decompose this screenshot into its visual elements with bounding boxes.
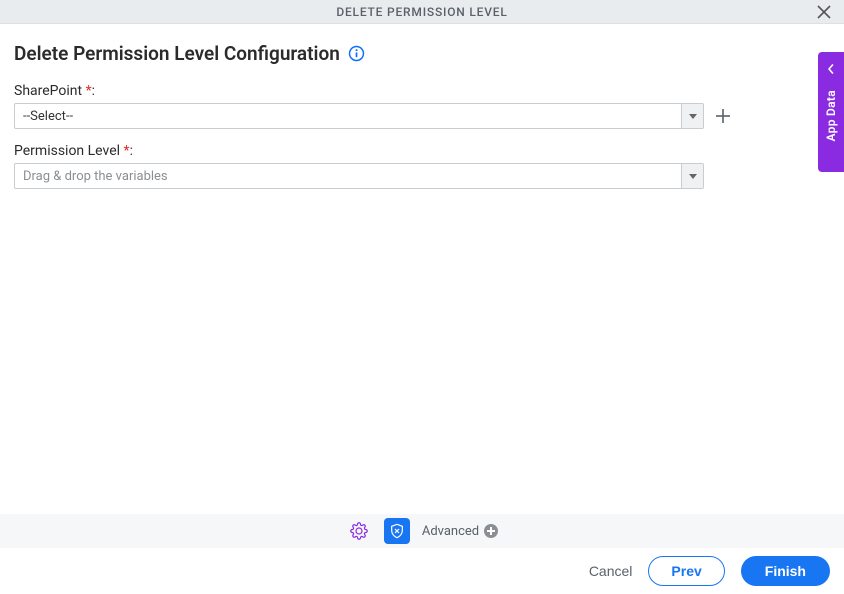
- permission-level-label-text: Permission Level: [14, 143, 120, 159]
- app-data-tab[interactable]: App Data: [818, 52, 844, 172]
- plus-circle-icon: [484, 524, 498, 538]
- page-heading-row: Delete Permission Level Configuration: [14, 42, 830, 65]
- close-icon[interactable]: [812, 0, 836, 24]
- advanced-label: Advanced: [422, 524, 479, 539]
- field-sharepoint: SharePoint *: --Select--: [14, 83, 830, 129]
- titlebar: DELETE PERMISSION LEVEL: [0, 0, 844, 24]
- gear-icon[interactable]: [346, 518, 372, 544]
- footer: Cancel Prev Finish: [0, 548, 844, 594]
- sharepoint-row: --Select--: [14, 103, 830, 129]
- app-data-label: App Data: [824, 90, 838, 141]
- chevron-down-icon[interactable]: [681, 164, 703, 188]
- required-asterisk: *: [86, 83, 92, 99]
- sharepoint-value: --Select--: [15, 104, 681, 128]
- required-asterisk: *: [124, 143, 130, 159]
- sharepoint-select[interactable]: --Select--: [14, 103, 704, 129]
- shield-icon[interactable]: [384, 518, 410, 544]
- info-icon[interactable]: [348, 45, 365, 62]
- page-heading: Delete Permission Level Configuration: [14, 42, 340, 65]
- permission-level-label: Permission Level *:: [14, 143, 830, 159]
- finish-button[interactable]: Finish: [741, 556, 830, 586]
- add-sharepoint-button[interactable]: [712, 105, 734, 127]
- sharepoint-label-text: SharePoint: [14, 83, 82, 99]
- titlebar-title: DELETE PERMISSION LEVEL: [336, 5, 507, 19]
- field-permission-level: Permission Level *: Drag & drop the vari…: [14, 143, 830, 189]
- sharepoint-label: SharePoint *:: [14, 83, 830, 99]
- bottom-toolbar: Advanced: [0, 514, 844, 548]
- advanced-link[interactable]: Advanced: [422, 524, 498, 539]
- prev-button[interactable]: Prev: [648, 556, 724, 586]
- permission-level-input[interactable]: Drag & drop the variables: [14, 163, 704, 189]
- chevron-down-icon[interactable]: [681, 104, 703, 128]
- chevron-left-icon: [826, 62, 836, 78]
- content-area: Delete Permission Level Configuration Sh…: [0, 24, 844, 189]
- permission-level-placeholder: Drag & drop the variables: [15, 164, 681, 188]
- cancel-button[interactable]: Cancel: [589, 563, 633, 579]
- permission-level-row: Drag & drop the variables: [14, 163, 830, 189]
